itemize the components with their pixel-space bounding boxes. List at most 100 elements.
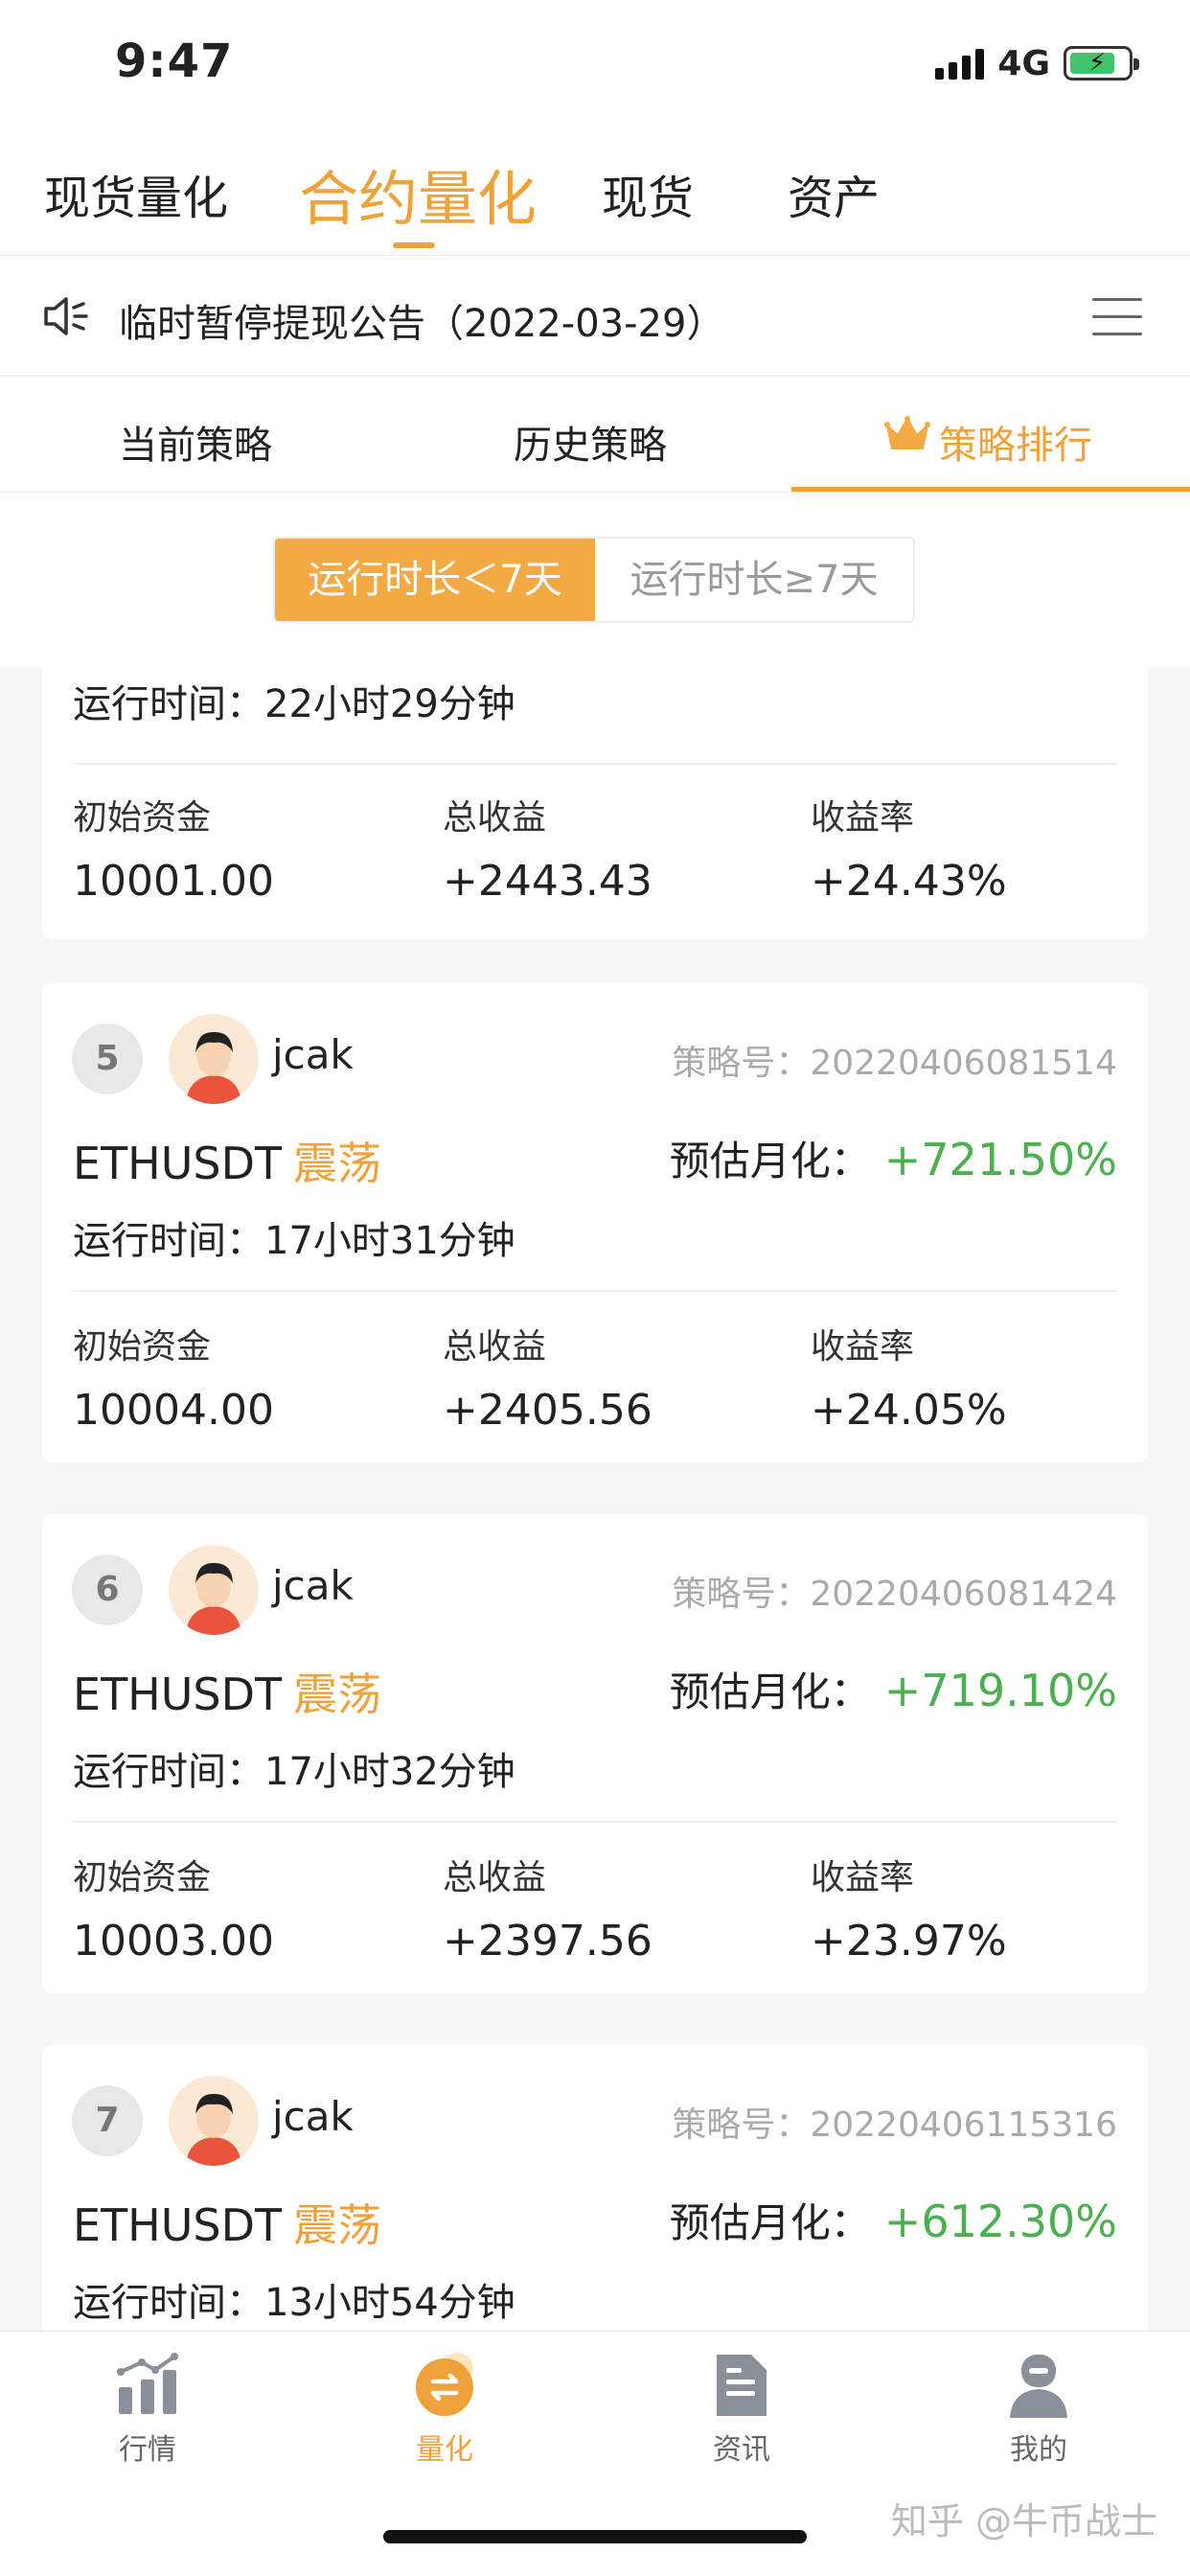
nav-news[interactable]: 资讯 (665, 2351, 818, 2468)
trading-pair: ETHUSDT 震荡 (73, 1129, 381, 1192)
user-avatar-icon (186, 1562, 241, 1635)
initial-label: 初始资金 (73, 798, 212, 838)
monthly-value: +721.50% (883, 1134, 1117, 1185)
notice-text: 临时暂停提现公告（2022-03-29） (119, 302, 725, 346)
strategy-number: 策略号：20220406115316 (672, 2097, 1117, 2147)
app-screen: 9:47 4G ⚡ 现货量化 合约量化 现货 资产 临时暂停提现公告（2022-… (0, 0, 1190, 2576)
user-avatar-icon (186, 1031, 241, 1104)
filter-under-7-days[interactable]: 运行时长＜7天 (275, 539, 595, 621)
tab-strategy-ranking[interactable]: 策略排行 (939, 414, 1092, 470)
yield-rate-label: 收益率 (811, 798, 915, 838)
runtime-label: 运行时间： (73, 2281, 264, 2325)
strategy-mode: 震荡 (293, 1668, 382, 1720)
tab-spot-quant[interactable]: 现货量化 (44, 160, 228, 227)
total-profit-label: 总收益 (443, 1858, 547, 1898)
nav-profile[interactable]: 我的 (962, 2351, 1115, 2468)
monthly-estimate: 预估月化： +612.30% (670, 2191, 1117, 2249)
tab-current-strategy[interactable]: 当前策略 (119, 414, 272, 470)
username: jcak (272, 2093, 354, 2140)
monthly-value: +612.30% (883, 2196, 1117, 2247)
runtime-row: 运行时间：17小时31分钟 (73, 1209, 515, 1265)
strategy-mode: 震荡 (293, 2199, 382, 2251)
runtime-row: 运行时间：17小时32分钟 (73, 1740, 515, 1796)
runtime-filter: 运行时长＜7天 运行时长≥7天 (273, 537, 915, 623)
strategy-card[interactable]: 5 jcak 策略号：20220406081514 ETHUSDT 震荡 预估月化… (42, 983, 1148, 1462)
rank-badge: 6 (72, 1554, 143, 1625)
yield-rate-label: 收益率 (811, 1327, 915, 1367)
tab-history-strategy[interactable]: 历史策略 (514, 414, 667, 470)
pair-symbol: ETHUSDT (73, 1668, 283, 1720)
total-profit-value: +2405.56 (443, 1386, 652, 1435)
home-indicator[interactable] (383, 2530, 807, 2543)
profile-icon (1010, 2355, 1067, 2418)
rank-badge: 7 (72, 2085, 143, 2156)
tab-contract-quant[interactable]: 合约量化 (299, 150, 537, 237)
total-profit-label: 总收益 (443, 798, 547, 838)
runtime-label: 运行时间： (73, 1219, 264, 1263)
monthly-label: 预估月化： (669, 1668, 871, 1715)
yield-rate-label: 收益率 (811, 1858, 915, 1898)
runtime-value: 22小时29分钟 (264, 682, 515, 726)
avatar[interactable] (169, 1014, 259, 1104)
sub-tab-indicator (791, 487, 1190, 492)
crown-icon (884, 416, 930, 449)
initial-label: 初始资金 (73, 1858, 212, 1898)
filter-over-7-days[interactable]: 运行时长≥7天 (595, 539, 913, 621)
list-menu-icon[interactable] (1092, 296, 1142, 336)
sub-tab-bar: 当前策略 历史策略 策略排行 (0, 378, 1190, 493)
user-avatar-icon (186, 2093, 241, 2166)
avatar[interactable] (169, 1545, 259, 1635)
nav-quant[interactable]: 量化 (368, 2351, 521, 2468)
yield-rate-value: +24.43% (811, 857, 1007, 906)
monthly-value: +719.10% (883, 1665, 1117, 1716)
status-indicators: 4G ⚡ (935, 42, 1139, 84)
rank-badge: 5 (72, 1024, 143, 1094)
runtime-row: 运行时间：22小时29分钟 (73, 673, 515, 728)
tab-assets[interactable]: 资产 (788, 160, 880, 227)
strategy-mode: 震荡 (293, 1138, 382, 1189)
status-bar: 9:47 4G ⚡ (0, 0, 1190, 129)
top-tab-bar: 现货量化 合约量化 现货 资产 (0, 129, 1190, 252)
strategy-number-label: 策略号： (672, 2105, 811, 2145)
strategy-card[interactable]: 6 jcak 策略号：20220406081424 ETHUSDT 震荡 预估月化… (42, 1514, 1148, 1993)
pair-symbol: ETHUSDT (73, 1138, 283, 1189)
pair-symbol: ETHUSDT (73, 2199, 283, 2251)
username: jcak (272, 1562, 354, 1609)
nav-market-label: 行情 (119, 2433, 176, 2467)
trading-pair: ETHUSDT 震荡 (73, 1660, 381, 1723)
battery-icon: ⚡ (1064, 46, 1139, 80)
strategy-number-label: 策略号： (672, 1575, 811, 1614)
strategy-number-value: 20220406081514 (810, 1044, 1117, 1083)
notice-bar[interactable]: 临时暂停提现公告（2022-03-29） (0, 255, 1190, 376)
strategy-card[interactable]: 7 jcak 策略号：20220406115316 ETHUSDT 震荡 预估月化… (42, 2045, 1148, 2331)
runtime-value: 13小时54分钟 (264, 2281, 515, 2325)
divider (73, 1821, 1117, 1823)
monthly-estimate: 预估月化： +721.50% (670, 1129, 1117, 1187)
total-profit-value: +2443.43 (443, 857, 652, 906)
avatar[interactable] (169, 2076, 259, 2166)
strategy-card[interactable]: 运行时间：22小时29分钟 初始资金 总收益 收益率 10001.00 +244… (42, 667, 1148, 939)
nav-news-label: 资讯 (713, 2433, 770, 2467)
monthly-label: 预估月化： (669, 2199, 871, 2246)
strategy-number-label: 策略号： (672, 1044, 811, 1083)
initial-value: 10003.00 (73, 1917, 274, 1966)
status-time: 9:47 (115, 34, 234, 88)
yield-rate-value: +23.97% (811, 1917, 1007, 1966)
initial-label: 初始资金 (73, 1327, 212, 1367)
tab-spot[interactable]: 现货 (602, 160, 694, 227)
news-document-icon (717, 2355, 767, 2416)
quant-exchange-icon (416, 2353, 473, 2416)
runtime-label: 运行时间： (73, 1750, 264, 1794)
initial-value: 10001.00 (73, 857, 274, 906)
initial-value: 10004.00 (73, 1386, 274, 1435)
total-profit-label: 总收益 (443, 1327, 547, 1367)
watermark: 知乎 @牛币战士 (890, 2500, 1157, 2542)
nav-market[interactable]: 行情 (71, 2351, 224, 2468)
divider (73, 1290, 1117, 1292)
runtime-value: 17小时31分钟 (264, 1219, 515, 1263)
speaker-icon (44, 297, 88, 335)
market-chart-icon (117, 2353, 178, 2414)
strategy-number-value: 20220406115316 (810, 2105, 1117, 2145)
yield-rate-value: +24.05% (811, 1386, 1007, 1435)
trading-pair: ETHUSDT 震荡 (73, 2191, 381, 2254)
